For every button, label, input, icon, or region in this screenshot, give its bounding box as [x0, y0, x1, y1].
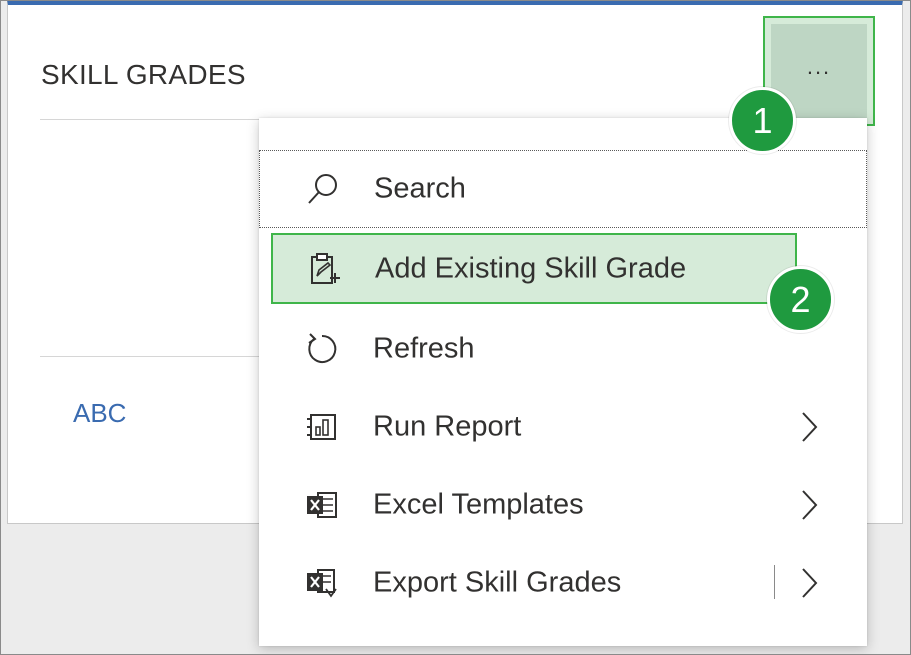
menu-item-excel-templates[interactable]: Excel Templates [259, 467, 867, 543]
overflow-menu: Search Add Existing Skill Grade Refresh … [259, 118, 867, 646]
card-title: SKILL GRADES [41, 59, 246, 90]
skill-grade-link[interactable]: ABC [73, 398, 126, 429]
excel-export-icon [303, 564, 341, 602]
chevron-right-icon [795, 488, 821, 522]
menu-item-label: Excel Templates [373, 488, 584, 521]
step-badge-2: 2 [767, 266, 834, 333]
row-divider [40, 356, 270, 357]
menu-item-label: Export Skill Grades [373, 566, 622, 599]
chevron-right-icon [795, 566, 821, 600]
report-icon [303, 408, 341, 446]
more-icon: ... [806, 54, 832, 79]
menu-item-run-report[interactable]: Run Report [259, 389, 867, 465]
clipboard-add-icon [305, 250, 343, 288]
search-icon [304, 170, 342, 208]
excel-icon [303, 486, 341, 524]
menu-item-export-skill-grades[interactable]: Export Skill Grades [259, 545, 867, 621]
header-divider [40, 119, 270, 120]
submenu-separator [774, 565, 775, 599]
chevron-right-icon [795, 410, 821, 444]
menu-item-label: Run Report [373, 410, 522, 443]
menu-item-label: Refresh [373, 332, 475, 365]
menu-item-add-existing-skill-grade[interactable]: Add Existing Skill Grade [271, 233, 797, 304]
step-badge-1: 1 [729, 87, 796, 154]
refresh-icon [303, 330, 341, 368]
menu-item-label: Add Existing Skill Grade [375, 252, 687, 284]
menu-item-label: Search [374, 172, 466, 205]
menu-item-search[interactable]: Search [259, 150, 867, 228]
